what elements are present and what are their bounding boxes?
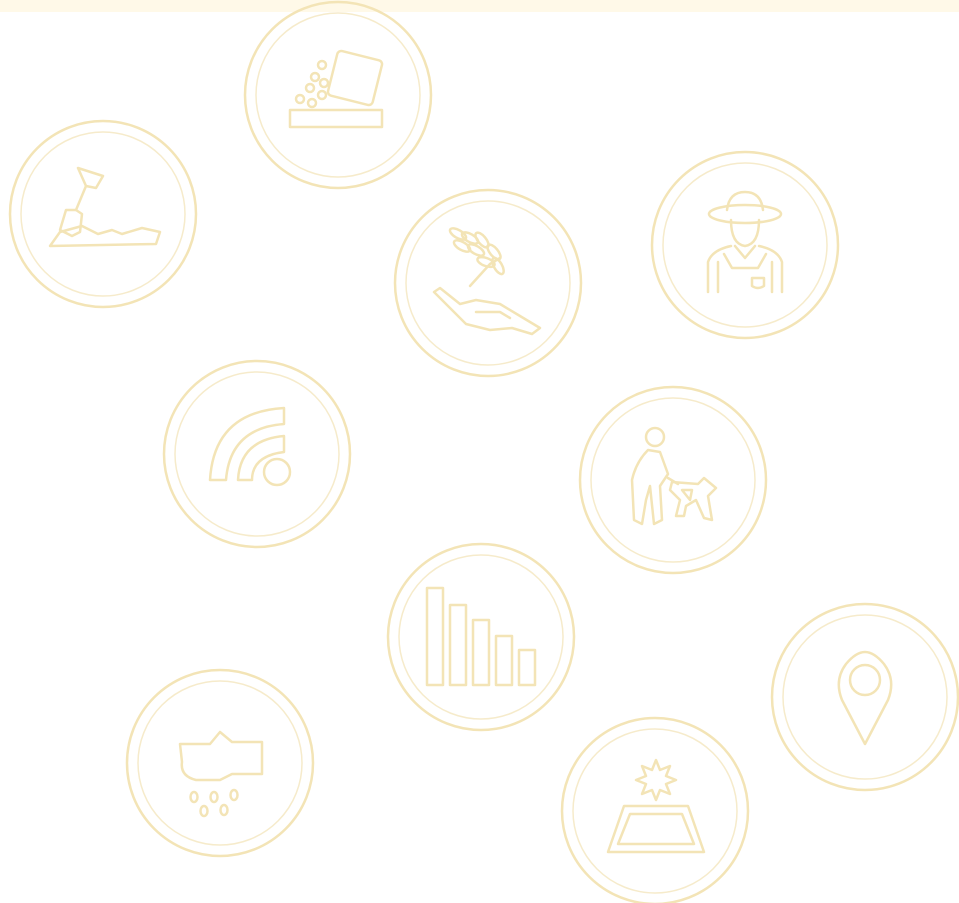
pouring-seeds-icon (243, 0, 433, 190)
icon-canvas (8, 0, 959, 903)
wireless-signal-icon (162, 359, 352, 549)
descending-bar-chart-icon (386, 542, 576, 732)
hand-holding-wheat-icon (393, 188, 583, 378)
soil-clump-with-seeds-icon (125, 668, 315, 858)
farmer-icon (650, 150, 840, 340)
location-pin-icon (770, 602, 959, 792)
soil-digging-shovel-icon (8, 119, 198, 309)
field-with-sun-icon (560, 716, 750, 903)
person-walking-dog-icon (578, 385, 768, 575)
